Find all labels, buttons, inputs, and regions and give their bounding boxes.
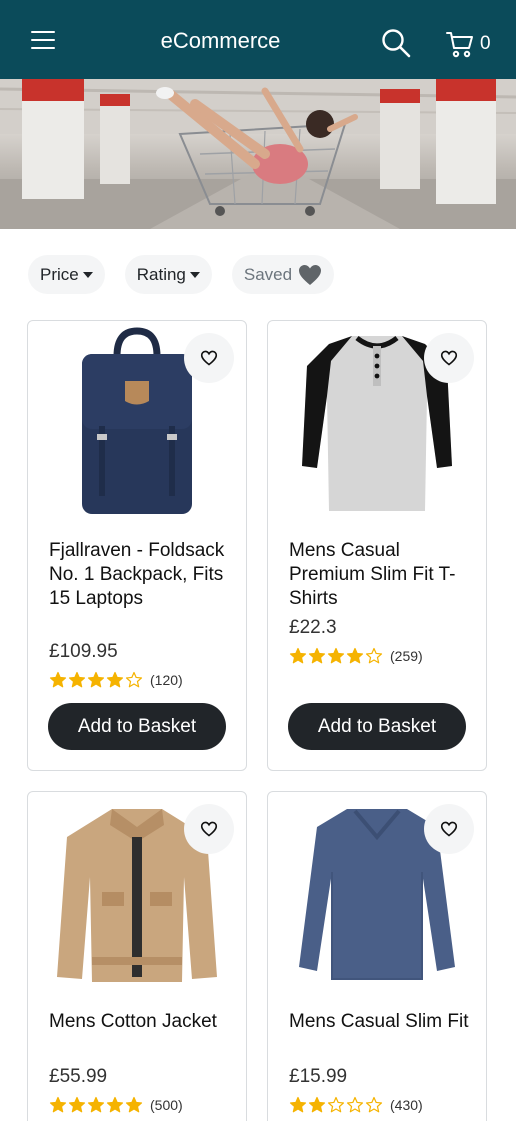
navbar: eCommerce 0 — [0, 0, 516, 79]
product-rating: (500) — [49, 1096, 183, 1114]
rating-stars — [289, 1096, 384, 1114]
cart-count: 0 — [480, 33, 491, 54]
product-rating: (120) — [49, 671, 183, 689]
price-filter-label: Price — [40, 264, 79, 284]
star-filled-icon — [68, 1096, 86, 1113]
add-to-basket-button[interactable]: Add to Basket — [288, 703, 466, 750]
product-title[interactable]: Fjallraven - Foldsack No. 1 Backpack, Fi… — [49, 539, 229, 611]
star-filled-icon — [49, 1096, 67, 1113]
product-price: £22.3 — [289, 617, 337, 638]
star-empty-icon — [365, 647, 383, 664]
favorite-button[interactable] — [424, 804, 474, 854]
search-icon[interactable] — [381, 28, 411, 58]
star-filled-icon — [289, 1096, 307, 1113]
star-filled-icon — [106, 1096, 124, 1113]
star-filled-icon — [68, 671, 86, 688]
product-price: £15.99 — [289, 1066, 348, 1087]
product-card[interactable]: Mens Casual Slim Fit £15.99 (430) — [267, 791, 487, 1121]
saved-filter-button[interactable]: Saved — [231, 255, 335, 294]
price-filter-button[interactable]: Price — [28, 255, 105, 294]
rating-stars — [289, 647, 384, 665]
rating-count: (500) — [150, 1097, 183, 1113]
cart-icon — [446, 32, 473, 58]
add-to-basket-button[interactable]: Add to Basket — [48, 703, 226, 750]
caret-down-icon — [82, 271, 93, 278]
star-filled-icon — [49, 671, 67, 688]
star-filled-icon — [87, 671, 105, 688]
star-filled-icon — [346, 647, 364, 664]
heart-outline-icon — [440, 821, 458, 837]
saved-filter-label: Saved — [243, 264, 293, 284]
product-card[interactable]: Mens Casual Premium Slim Fit T-Shirts £2… — [267, 320, 487, 771]
product-title[interactable]: Mens Casual Slim Fit — [289, 1010, 469, 1034]
rating-stars — [49, 671, 144, 689]
star-empty-icon — [346, 1096, 364, 1113]
star-filled-icon — [106, 671, 124, 688]
favorite-button[interactable] — [424, 333, 474, 383]
hero-banner — [0, 79, 516, 229]
product-title[interactable]: Mens Cotton Jacket — [49, 1010, 229, 1034]
brand-title[interactable]: eCommerce — [0, 28, 441, 54]
star-filled-icon — [125, 1096, 143, 1113]
star-filled-icon — [308, 1096, 326, 1113]
star-empty-icon — [327, 1096, 345, 1113]
heart-outline-icon — [200, 821, 218, 837]
star-filled-icon — [289, 647, 307, 664]
heart-outline-icon — [200, 350, 218, 366]
filter-bar: Price Rating Saved — [28, 255, 335, 294]
product-card[interactable]: Fjallraven - Foldsack No. 1 Backpack, Fi… — [27, 320, 247, 771]
product-title[interactable]: Mens Casual Premium Slim Fit T-Shirts — [289, 539, 469, 611]
heart-icon — [299, 264, 322, 285]
star-filled-icon — [327, 647, 345, 664]
rating-stars — [49, 1096, 144, 1114]
rating-filter-button[interactable]: Rating — [124, 255, 212, 294]
star-empty-icon — [125, 671, 143, 688]
rating-filter-label: Rating — [136, 264, 186, 284]
star-filled-icon — [87, 1096, 105, 1113]
favorite-button[interactable] — [184, 333, 234, 383]
rating-count: (259) — [390, 648, 423, 664]
rating-count: (430) — [390, 1097, 423, 1113]
star-filled-icon — [308, 647, 326, 664]
heart-outline-icon — [440, 350, 458, 366]
cart-button[interactable]: 0 — [446, 29, 496, 59]
product-rating: (259) — [289, 647, 423, 665]
caret-down-icon — [189, 271, 200, 278]
rating-count: (120) — [150, 672, 183, 688]
star-empty-icon — [365, 1096, 383, 1113]
product-price: £55.99 — [49, 1066, 108, 1087]
product-rating: (430) — [289, 1096, 423, 1114]
favorite-button[interactable] — [184, 804, 234, 854]
product-card[interactable]: Mens Cotton Jacket £55.99 (500) — [27, 791, 247, 1121]
product-price: £109.95 — [49, 641, 118, 662]
hero-image — [0, 79, 516, 229]
